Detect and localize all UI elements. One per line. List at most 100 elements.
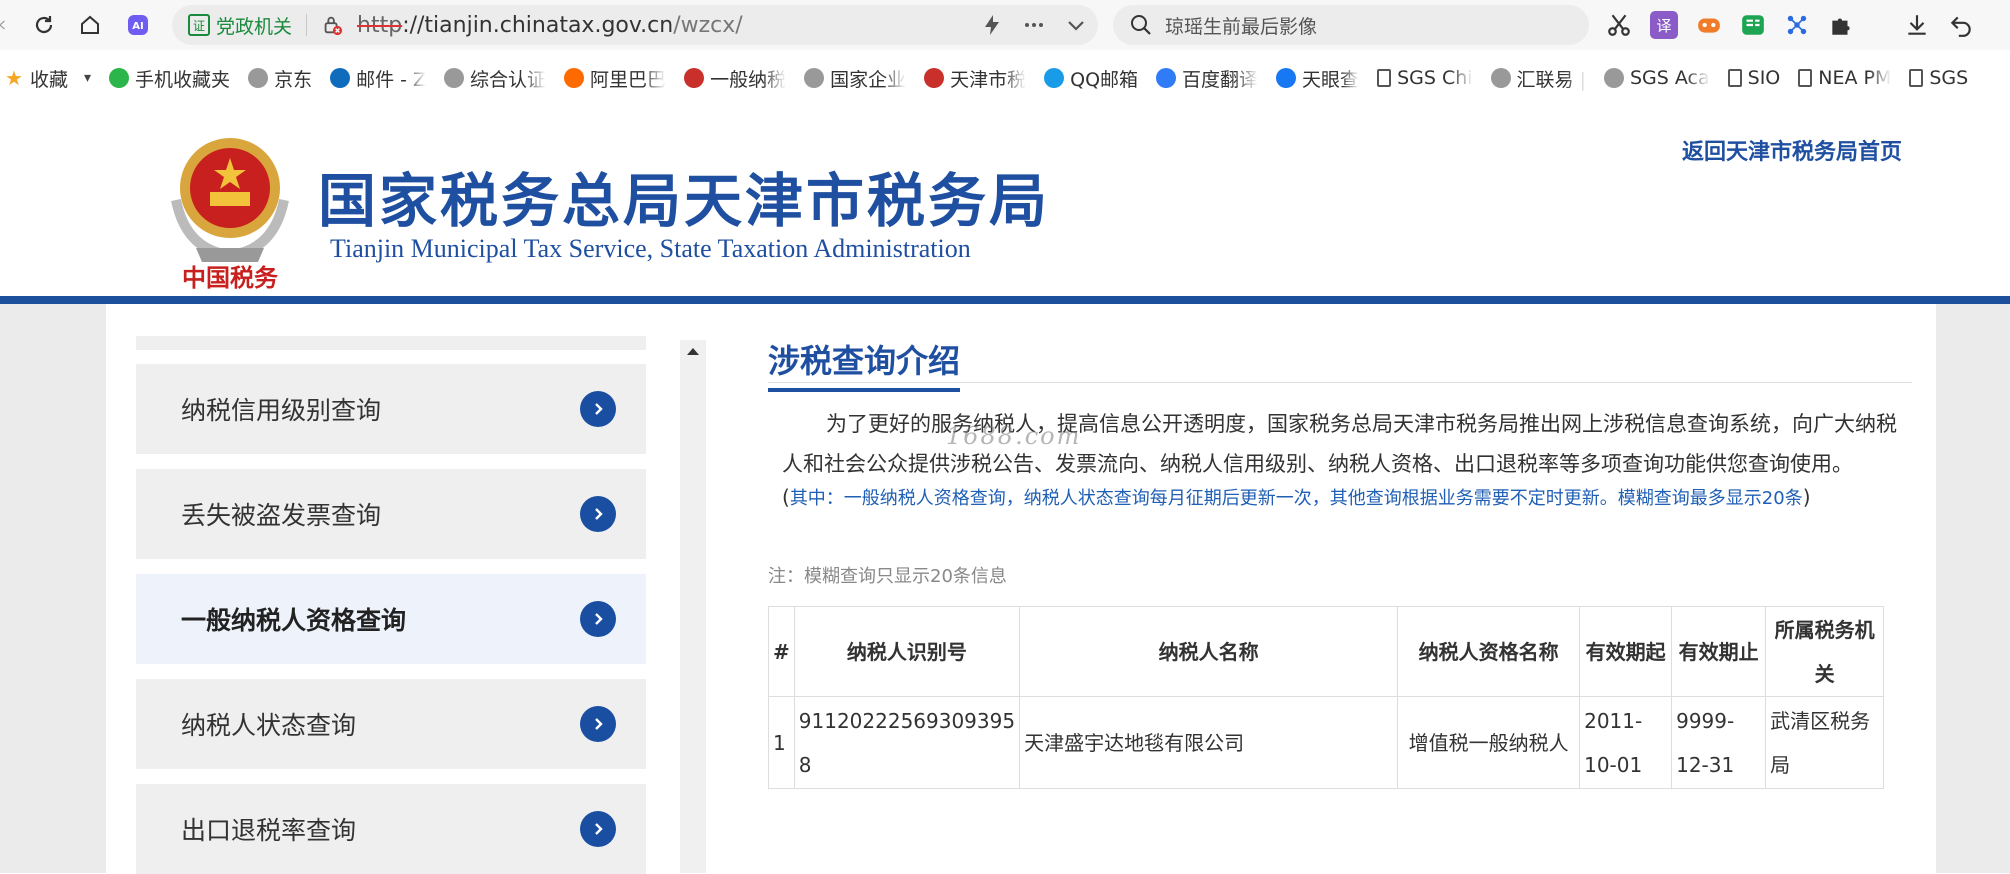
- bookmark-item[interactable]: SGS Aca: [1604, 67, 1710, 89]
- undo-icon[interactable]: [1948, 12, 1974, 38]
- download-icon[interactable]: [1904, 12, 1930, 38]
- bookmark-item[interactable]: 天津市税: [924, 65, 1026, 92]
- bookmark-label: SGS: [1929, 67, 1969, 89]
- site-subtitle: Tianjin Municipal Tax Service, State Tax…: [330, 234, 971, 263]
- section-divider: [768, 382, 1912, 383]
- table-header-cell: #: [768, 606, 795, 697]
- bookmark-item[interactable]: 国家企业: [804, 65, 906, 92]
- table-row: 1 91120222569309395​8 天津盛宇达地毯有限公司 增值税一般纳税人 2…: [768, 696, 1885, 789]
- update-note: (其中：一般纳税人资格查询，纳税人状态查询每月征期后更新一次，其他查询根据业务需…: [782, 485, 1811, 509]
- table-header-row: # 纳税人识别号 纳税人名称 纳税人资格名称 有效期起 有效期止 所属税务机关: [768, 606, 1885, 697]
- bookmark-item[interactable]: SGS Chi: [1377, 67, 1473, 89]
- sidebar-item-label: 纳税人状态查询: [181, 711, 357, 740]
- globe-icon: [248, 68, 269, 88]
- table-header-cell: 所属税务机关: [1765, 606, 1885, 697]
- baidu-icon: [1156, 68, 1177, 88]
- back-icon[interactable]: [0, 7, 8, 43]
- sidebar-item[interactable]: 纳税人状态查询: [136, 679, 646, 769]
- bookmark-label: NEA PM: [1818, 67, 1892, 89]
- globe-icon: [1604, 68, 1624, 88]
- bookmark-label: QQ邮箱: [1070, 68, 1139, 91]
- chevron-right-icon[interactable]: [580, 601, 616, 637]
- table-header-cell: 纳税人名称: [1019, 606, 1399, 697]
- puzzle-icon[interactable]: [1828, 12, 1854, 38]
- bookmark-item[interactable]: ★ 收藏 ▾: [4, 65, 91, 92]
- browser-toolbar: AI 证 党政机关 http://tianjin.chinatax.gov.cn…: [0, 0, 2010, 50]
- network-icon[interactable]: [1784, 12, 1810, 38]
- bookmark-dropdown-icon[interactable]: ▾: [84, 70, 91, 86]
- sidebar-item-label: 纳税信用级别查询: [181, 396, 382, 425]
- content-panel: 纳税信用级别查询 丢失被盗发票查询 一般纳税人资格查询 纳税人状态查询 出口退税率查询 …: [106, 304, 1936, 874]
- sidebar-item-partial[interactable]: [136, 336, 646, 350]
- update-note-text: 其中：一般纳税人资格查询，纳税人状态查询每月征期后更新一次，其他查询根据业务需要…: [789, 488, 1803, 509]
- bookmark-item[interactable]: SGS: [1909, 67, 1968, 89]
- bookmarks-bar: ★ 收藏 ▾ 手机收藏夹 京东 邮件 - Z 综合认证 阿里巴巴 一般纳税 国家企业 天津市税 QQ邮…: [0, 60, 2010, 96]
- bookmark-label: 百度翻译: [1182, 68, 1259, 91]
- bookmark-label: 邮件 - Z: [356, 68, 427, 91]
- sidebar-item[interactable]: 丢失被盗发票查询: [136, 469, 646, 559]
- game-icon[interactable]: [1696, 12, 1722, 38]
- result-table: # 纳税人识别号 纳税人名称 纳税人资格名称 有效期起 有效期止 所属税务机关 1 91120…: [768, 606, 1885, 789]
- sidebar-item[interactable]: 一般纳税人资格查询: [136, 574, 646, 664]
- bookmark-item[interactable]: 汇联易 |: [1490, 65, 1586, 92]
- fuzzy-query-note: 注：模糊查询只显示20条信息: [768, 566, 1007, 587]
- chevron-down-icon[interactable]: [1064, 13, 1088, 37]
- sidebar-scrollbar[interactable]: [680, 340, 706, 873]
- lightning-icon[interactable]: [980, 13, 1004, 37]
- site-header: 中国税务 国家税务总局天津市税务局 Tianjin Municipal Tax …: [0, 100, 2010, 296]
- bookmark-item[interactable]: 京东: [248, 65, 312, 92]
- site-title: 国家税务总局天津市税务局: [318, 167, 1051, 235]
- bookmark-label: 天津市税: [950, 68, 1027, 91]
- sidebar-item[interactable]: 出口退税率查询: [136, 784, 646, 874]
- bookmark-item[interactable]: QQ邮箱: [1044, 65, 1138, 92]
- chevron-right-icon[interactable]: [580, 811, 616, 847]
- home-icon[interactable]: [72, 7, 108, 43]
- svg-text:AI: AI: [132, 21, 143, 32]
- return-home-link[interactable]: 返回天津市税务局首页: [1682, 134, 1902, 166]
- bookmark-item[interactable]: SIO: [1727, 67, 1780, 89]
- url-text[interactable]: http://tianjin.chinatax.gov.cn/wzcx/: [357, 13, 743, 38]
- bookmark-label: 一般纳税: [710, 68, 787, 91]
- bookmark-label: 收藏: [30, 68, 69, 91]
- bookmark-item[interactable]: 百度翻译: [1156, 65, 1258, 92]
- address-bar[interactable]: 证 党政机关 http://tianjin.chinatax.gov.cn/wz…: [172, 5, 1098, 45]
- insecure-lock-icon[interactable]: [321, 14, 343, 36]
- chevron-right-icon[interactable]: [580, 391, 616, 427]
- bookmark-item[interactable]: 一般纳税: [684, 65, 786, 92]
- bookmark-item[interactable]: 综合认证: [444, 65, 546, 92]
- sidebar-item-label: 丢失被盗发票查询: [181, 501, 382, 530]
- sidebar-item[interactable]: 纳税信用级别查询: [136, 364, 646, 454]
- table-cell: 天津盛宇达地毯有限公司: [1019, 696, 1399, 789]
- bookmark-item[interactable]: 天眼查: [1276, 65, 1359, 92]
- globe-icon: [804, 68, 825, 88]
- reload-icon[interactable]: [26, 7, 62, 43]
- search-icon: [1131, 15, 1151, 35]
- doc-icon: [1798, 69, 1813, 87]
- globe-icon: [1490, 68, 1511, 88]
- header-divider: [0, 296, 2010, 304]
- reader-icon[interactable]: [1740, 12, 1766, 38]
- scissors-icon[interactable]: [1606, 12, 1632, 38]
- tax-icon: [924, 68, 945, 88]
- table-cell: 武清区税务局: [1765, 696, 1885, 789]
- chevron-right-icon[interactable]: [580, 496, 616, 532]
- bookmark-item[interactable]: 手机收藏夹: [109, 65, 230, 92]
- cert-badge[interactable]: 证 党政机关: [188, 12, 292, 39]
- phone-icon: [109, 68, 130, 88]
- bookmark-label: 国家企业: [830, 68, 907, 91]
- sidebar-item-label: 出口退税率查询: [181, 816, 357, 845]
- bookmark-label: 汇联易 |: [1516, 68, 1586, 91]
- search-box[interactable]: 琼瑶生前最后影像: [1113, 5, 1589, 45]
- ai-icon[interactable]: AI: [120, 7, 156, 43]
- bookmark-item[interactable]: 邮件 - Z: [330, 65, 426, 92]
- bookmark-item[interactable]: NEA PM: [1798, 67, 1891, 89]
- more-icon[interactable]: [1022, 13, 1046, 37]
- scroll-up-arrow-icon[interactable]: [687, 348, 699, 355]
- translate-icon[interactable]: 译: [1650, 11, 1678, 39]
- bookmark-item[interactable]: 阿里巴巴: [564, 65, 666, 92]
- table-header-cell: 纳税人资格名称: [1397, 606, 1581, 697]
- outlook-icon: [330, 68, 351, 88]
- bookmark-label: 天眼查: [1302, 68, 1360, 91]
- bookmark-label: SGS Aca: [1630, 67, 1710, 89]
- chevron-right-icon[interactable]: [580, 706, 616, 742]
